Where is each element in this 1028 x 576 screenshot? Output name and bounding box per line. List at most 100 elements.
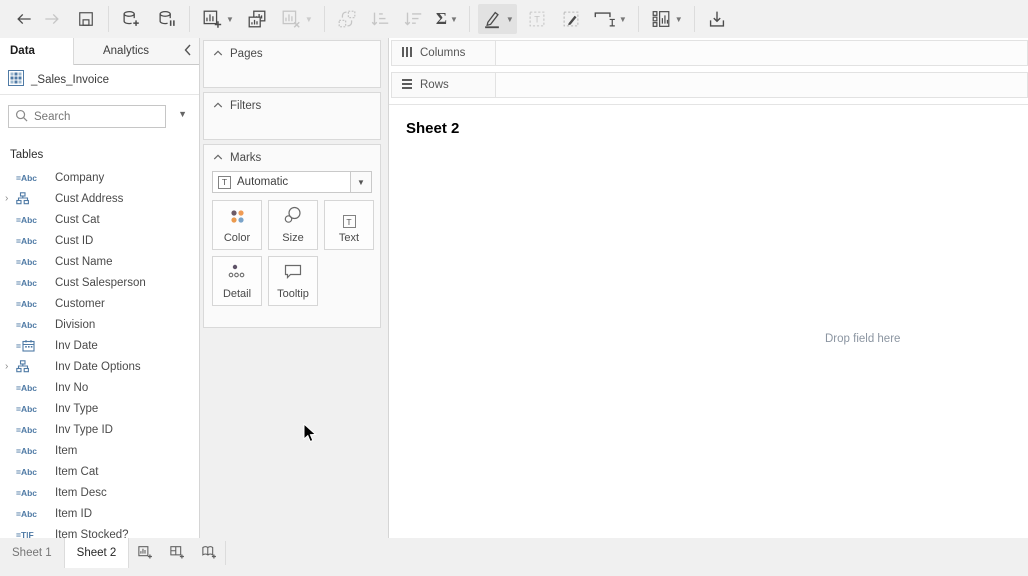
mark-type-dropdown[interactable]: T Automatic ▼ [212, 171, 372, 193]
tab-data[interactable]: Data [0, 38, 74, 65]
string-field-icon: =Abc [16, 446, 48, 456]
field-row[interactable]: › =Abc Item ID [0, 503, 199, 524]
tab-analytics[interactable]: Analytics [74, 38, 178, 65]
chevron-down-icon: ▼ [506, 15, 514, 24]
text-button[interactable]: T Text [324, 200, 374, 250]
rows-shelf-droparea[interactable] [496, 73, 1027, 97]
detail-button[interactable]: Detail [212, 256, 262, 306]
filters-card[interactable]: Filters [203, 92, 381, 140]
highlight-button[interactable]: ▼ [478, 4, 517, 34]
field-row[interactable]: › =Abc Cust Name [0, 251, 199, 272]
color-button[interactable]: Color [212, 200, 262, 250]
chevron-up-icon[interactable] [213, 48, 223, 60]
toolbar-separator [469, 6, 470, 32]
cards-icon [650, 8, 672, 30]
new-dashboard-button[interactable] [161, 538, 193, 568]
sheet-tab-2[interactable]: Sheet 2 [64, 538, 130, 568]
pages-card[interactable]: Pages [203, 40, 381, 88]
field-row[interactable]: › = Inv Date [0, 335, 199, 356]
undo-button[interactable] [10, 4, 38, 34]
field-label: Inv Type ID [55, 424, 113, 436]
field-label: Inv No [55, 382, 88, 394]
expand-chevron-icon[interactable]: › [5, 194, 16, 204]
string-field-icon: =Abc [16, 320, 48, 330]
hierarchy-field-icon [16, 360, 48, 373]
field-row[interactable]: › Inv Date Options [0, 356, 199, 377]
totals-button[interactable]: Σ ▼ [433, 4, 461, 34]
tooltip-button-label: Tooltip [277, 288, 309, 300]
field-row[interactable]: › =Abc Cust ID [0, 230, 199, 251]
fit-button[interactable]: ▼ [589, 4, 630, 34]
pause-auto-updates-button[interactable] [153, 4, 181, 34]
format-button[interactable] [557, 4, 585, 34]
sheet-tab-1[interactable]: Sheet 1 [0, 538, 64, 568]
toolbar-separator [324, 6, 325, 32]
toolbar-separator [638, 6, 639, 32]
toolbar-separator [189, 6, 190, 32]
string-field-icon: =Abc [16, 278, 48, 288]
show-hide-cards-button[interactable]: ▼ [647, 4, 686, 34]
marks-card-label: Marks [230, 152, 261, 164]
collapse-panel-button[interactable] [177, 38, 199, 65]
tooltip-icon [283, 263, 303, 284]
field-row[interactable]: › =Abc Inv Type [0, 398, 199, 419]
field-row[interactable]: › =Abc Customer [0, 293, 199, 314]
new-data-source-button[interactable] [117, 4, 145, 34]
chevron-up-icon[interactable] [213, 152, 223, 164]
data-source-icon [8, 70, 24, 89]
mark-type-label: Automatic [237, 176, 288, 188]
field-row[interactable]: › =Abc Inv No [0, 377, 199, 398]
new-worksheet-button[interactable]: ▼ [198, 4, 237, 34]
duplicate-sheet-button[interactable] [243, 4, 271, 34]
data-panel-tabs: Data Analytics [0, 38, 199, 65]
duplicate-icon [246, 8, 268, 30]
sort-descending-button [399, 4, 427, 34]
field-label: Company [55, 172, 104, 184]
hierarchy-field-icon [16, 192, 48, 205]
data-source-item[interactable]: _Sales_Invoice [0, 65, 199, 95]
chevron-up-icon[interactable] [213, 100, 223, 112]
tooltip-button[interactable]: Tooltip [268, 256, 318, 306]
rows-shelf[interactable]: Rows [391, 72, 1028, 98]
search-icon [15, 109, 28, 125]
field-label: Customer [55, 298, 105, 310]
chevron-down-icon: ▼ [305, 15, 313, 24]
columns-shelf-droparea[interactable] [496, 41, 1027, 65]
save-button[interactable] [72, 4, 100, 34]
field-row[interactable]: › =Abc Inv Type ID [0, 419, 199, 440]
search-box[interactable] [8, 105, 166, 128]
new-story-button[interactable] [193, 538, 225, 568]
new-dashboard-icon [168, 543, 186, 564]
search-options-caret-icon[interactable]: ▼ [178, 109, 187, 119]
size-button[interactable]: Size [268, 200, 318, 250]
field-label: Division [55, 319, 95, 331]
string-field-icon: =Abc [16, 509, 48, 519]
marks-card: Marks T Automatic ▼ Color Size T Text De… [203, 144, 381, 328]
field-row[interactable]: › =Abc Cust Salesperson [0, 272, 199, 293]
field-row[interactable]: › Cust Address [0, 188, 199, 209]
field-list: › =Abc Company › Cust Address › =Abc Cus… [0, 167, 199, 538]
mark-type-caret-icon[interactable]: ▼ [350, 172, 371, 192]
redo-button [38, 4, 66, 34]
sort-descending-icon [402, 8, 424, 30]
columns-shelf[interactable]: Columns [391, 40, 1028, 66]
new-worksheet-button-bottom[interactable] [129, 538, 161, 568]
field-row[interactable]: › =T|F Item Stocked? [0, 524, 199, 538]
expand-chevron-icon[interactable]: › [5, 362, 16, 372]
field-row[interactable]: › =Abc Company [0, 167, 199, 188]
download-button[interactable] [703, 4, 731, 34]
field-row[interactable]: › =Abc Division [0, 314, 199, 335]
swap-icon [336, 8, 358, 30]
field-row[interactable]: › =Abc Item Cat [0, 461, 199, 482]
tables-section-title: Tables [10, 149, 199, 161]
search-input[interactable] [34, 111, 149, 123]
string-field-icon: =Abc [16, 467, 48, 477]
show-mark-labels-button: T [523, 4, 551, 34]
field-row[interactable]: › =Abc Item Desc [0, 482, 199, 503]
string-field-icon: =Abc [16, 488, 48, 498]
columns-icon [401, 46, 413, 61]
clear-sheet-button: ▼ [277, 4, 316, 34]
field-row[interactable]: › =Abc Cust Cat [0, 209, 199, 230]
string-field-icon: =Abc [16, 383, 48, 393]
field-row[interactable]: › =Abc Item [0, 440, 199, 461]
